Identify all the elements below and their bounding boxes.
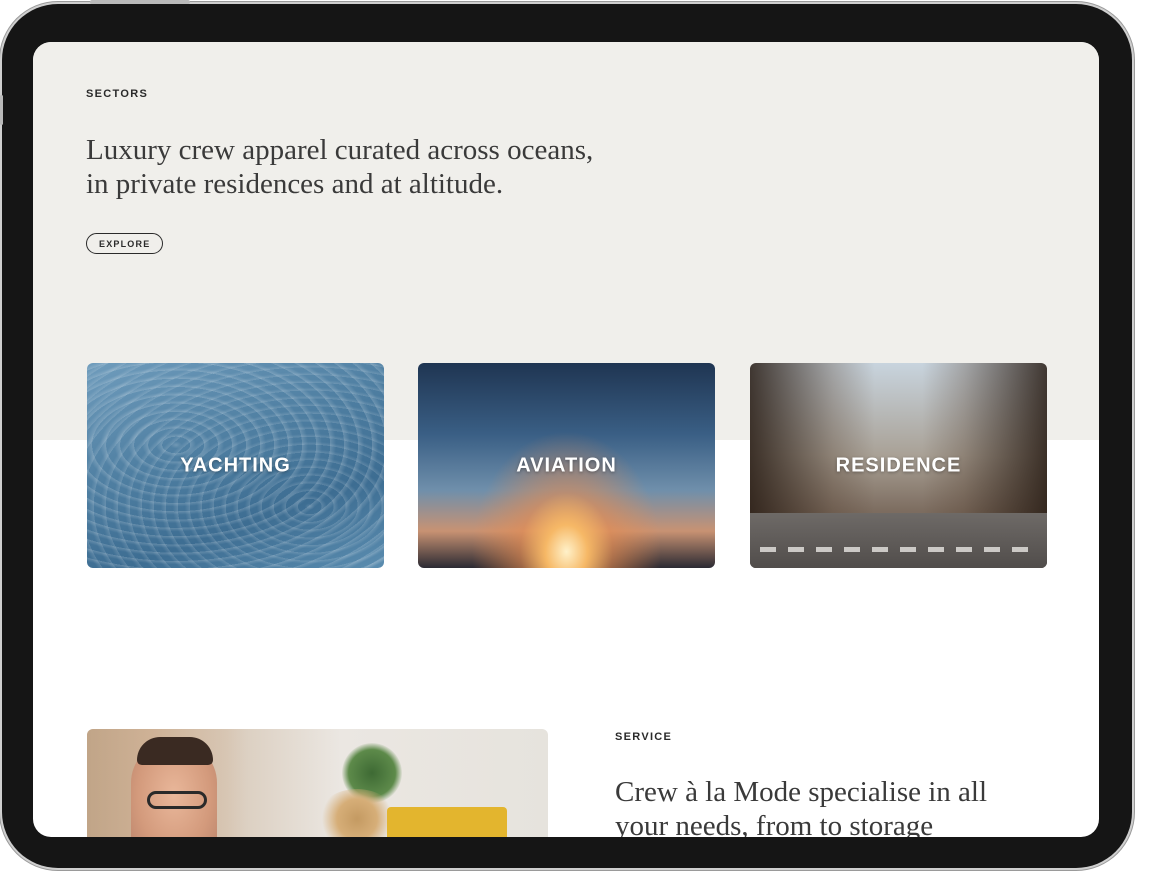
service-photo [87, 729, 548, 837]
street-image-detail [750, 513, 1047, 568]
sectors-eyebrow: SECTORS [86, 88, 149, 100]
service-headline: Crew à la Mode specialise in all your ne… [615, 775, 987, 837]
photo-person-hair [137, 737, 213, 765]
tablet-device-frame: SECTORS Luxury crew apparel curated acro… [2, 4, 1132, 868]
device-top-button [90, 0, 190, 4]
explore-button[interactable]: EXPLORE [86, 233, 164, 254]
sectors-headline: Luxury crew apparel curated across ocean… [86, 133, 593, 201]
sector-card-label: RESIDENCE [835, 454, 962, 476]
photo-yellow-object [387, 807, 507, 837]
sectors-headline-line-1: Luxury crew apparel curated across ocean… [86, 134, 594, 166]
sector-card-aviation[interactable]: AVIATION [418, 363, 715, 568]
sectors-headline-line-2: in private residences and at altitude. [86, 168, 504, 200]
service-eyebrow: SERVICE [615, 731, 673, 743]
device-side-button [0, 95, 3, 125]
photo-person-glasses [147, 791, 207, 809]
sector-card-label: AVIATION [516, 454, 617, 476]
sector-card-yachting[interactable]: YACHTING [87, 363, 384, 568]
sector-card-label: YACHTING [180, 454, 291, 476]
crosswalk-image-detail [760, 547, 1037, 552]
tablet-screen: SECTORS Luxury crew apparel curated acro… [33, 42, 1099, 837]
service-headline-line-2: your needs, from to storage [615, 810, 934, 837]
sector-card-residence[interactable]: RESIDENCE [750, 363, 1047, 568]
service-headline-line-1: Crew à la Mode specialise in all [615, 776, 988, 808]
